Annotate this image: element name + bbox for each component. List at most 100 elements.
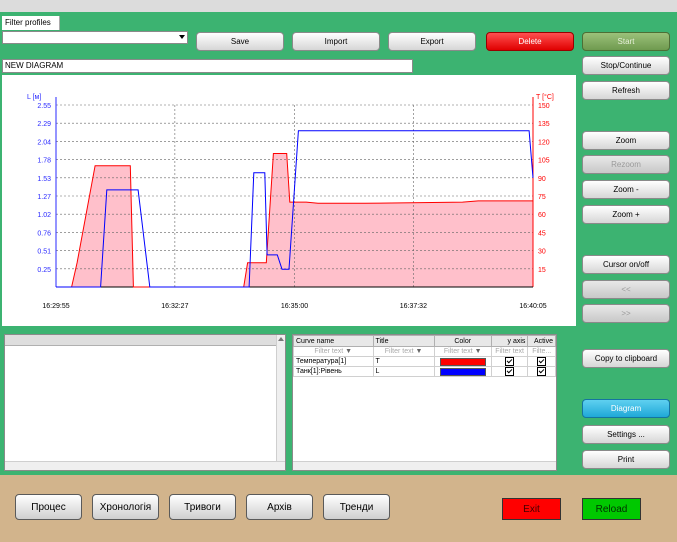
- column-header[interactable]: Title: [372, 335, 435, 347]
- right-axis-tick-label: 90: [538, 176, 546, 183]
- curve-name-cell: Танк[1]:Рівень: [293, 366, 374, 377]
- nav-alarms-button[interactable]: Тривоги: [169, 494, 236, 520]
- event-list-header: [5, 335, 277, 346]
- filter-icon[interactable]: ▼: [475, 348, 482, 355]
- settings-button[interactable]: Settings ...: [582, 425, 670, 444]
- column-header[interactable]: Active: [527, 335, 556, 347]
- left-axis-tick-label: 1.53: [37, 176, 51, 183]
- active-cell[interactable]: [527, 366, 556, 377]
- next-button[interactable]: >>: [582, 304, 670, 323]
- right-axis-tick-label: 45: [538, 230, 546, 237]
- left-axis-label: L [м]: [27, 94, 41, 101]
- left-axis-tick-label: 0.51: [37, 249, 51, 256]
- right-axis-tick-label: 120: [538, 139, 550, 146]
- y-axis-checkbox[interactable]: [505, 367, 515, 376]
- filter-placeholder: Filter text: [443, 348, 473, 355]
- cursor-toggle-button[interactable]: Cursor on/off: [582, 255, 670, 274]
- event-list-panel: [4, 334, 286, 471]
- nav-chronology-button[interactable]: Хронологія: [92, 494, 159, 520]
- nav-archive-button[interactable]: Архів: [246, 494, 313, 520]
- column-header[interactable]: Curve name: [293, 335, 374, 347]
- nav-process-button[interactable]: Процес: [15, 494, 82, 520]
- zoom-button[interactable]: Zoom: [582, 131, 670, 150]
- zoom-in-button[interactable]: Zoom +: [582, 205, 670, 224]
- left-axis-tick-label: 1.78: [37, 158, 51, 165]
- curve-title-cell: T: [372, 356, 435, 367]
- filter-icon[interactable]: ▼: [345, 348, 352, 355]
- y-axis-cell[interactable]: [490, 366, 529, 377]
- left-axis-tick-label: 1.27: [37, 194, 51, 201]
- column-header[interactable]: y axis: [490, 335, 529, 347]
- filter-profiles-label: Filter profiles: [2, 16, 60, 30]
- color-swatch[interactable]: [439, 367, 486, 376]
- copy-to-clipboard-button[interactable]: Copy to clipboard: [582, 349, 670, 368]
- export-button[interactable]: Export: [388, 32, 476, 51]
- print-button[interactable]: Print: [582, 450, 670, 469]
- reload-button[interactable]: Reload: [582, 498, 641, 520]
- event-list-horizontal-scrollbar[interactable]: [5, 461, 285, 470]
- color-swatch[interactable]: [439, 357, 486, 366]
- import-button[interactable]: Import: [292, 32, 380, 51]
- delete-button[interactable]: Delete: [486, 32, 574, 51]
- x-axis-tick-label: 16:29:55: [42, 303, 69, 310]
- active-cell[interactable]: [527, 356, 556, 367]
- left-axis-tick-label: 2.55: [37, 103, 51, 110]
- save-button[interactable]: Save: [196, 32, 284, 51]
- curve-table-panel: Curve name Title Color y axis Active Fil…: [292, 334, 557, 471]
- filter-cell[interactable]: Filter text: [490, 346, 529, 357]
- filter-cell[interactable]: Filte...: [527, 346, 556, 357]
- y-axis-cell[interactable]: [490, 356, 529, 367]
- y-axis-checkbox[interactable]: [505, 357, 515, 366]
- scroll-up-arrow-icon[interactable]: [278, 337, 284, 341]
- filter-icon[interactable]: ▼: [416, 348, 423, 355]
- filter-cell[interactable]: Filter text ▼: [433, 346, 492, 357]
- curve-table: Curve name Title Color y axis Active Fil…: [293, 335, 556, 377]
- top-strip: [0, 0, 677, 12]
- event-list-vertical-scrollbar[interactable]: [276, 335, 285, 462]
- active-checkbox[interactable]: [537, 357, 547, 366]
- nav-trends-button[interactable]: Тренди: [323, 494, 390, 520]
- left-axis-tick-label: 0.25: [37, 267, 51, 274]
- left-axis-tick-label: 1.02: [37, 212, 51, 219]
- stop-continue-button[interactable]: Stop/Continue: [582, 56, 670, 75]
- filter-placeholder: Filte...: [532, 348, 552, 355]
- diagram-title-field[interactable]: NEW DIAGRAM: [2, 59, 413, 73]
- diagram-button[interactable]: Diagram: [582, 399, 670, 418]
- filter-cell[interactable]: Filter text ▼: [293, 346, 374, 357]
- column-header[interactable]: Color: [433, 335, 492, 347]
- right-axis-tick-label: 30: [538, 249, 546, 256]
- filter-placeholder: Filter text: [314, 348, 344, 355]
- chevron-down-icon: [179, 35, 185, 39]
- right-axis-label: T [°C]: [536, 93, 554, 101]
- right-axis-tick-label: 105: [538, 158, 550, 165]
- right-axis-tick-label: 15: [538, 267, 546, 274]
- zoom-out-button[interactable]: Zoom -: [582, 180, 670, 199]
- curve-table-horizontal-scrollbar[interactable]: [293, 461, 556, 470]
- filter-placeholder: Filter text: [384, 348, 414, 355]
- refresh-button[interactable]: Refresh: [582, 81, 670, 100]
- x-axis-tick-label: 16:40:05: [519, 303, 546, 310]
- trend-chart[interactable]: 0.25 0.51 0.76 1.02 1.27 1.53 1.78 2.04 2.29 2.55…: [2, 75, 576, 326]
- start-button[interactable]: Start: [582, 32, 670, 51]
- left-axis-tick-label: 2.29: [37, 121, 51, 128]
- left-axis-tick-label: 2.04: [37, 139, 51, 146]
- filter-row: Filter text ▼ Filter text ▼ Filter text …: [293, 346, 556, 357]
- curve-color-cell[interactable]: [433, 366, 492, 377]
- filter-cell[interactable]: Filter text ▼: [372, 346, 435, 357]
- chart-panel: 0.25 0.51 0.76 1.02 1.27 1.53 1.78 2.04 2.29 2.55…: [2, 75, 576, 326]
- rezoom-button[interactable]: Rezoom: [582, 155, 670, 174]
- left-axis-tick-label: 0.76: [37, 230, 51, 237]
- exit-button[interactable]: Exit: [502, 498, 561, 520]
- active-checkbox[interactable]: [537, 367, 547, 376]
- right-axis-tick-label: 60: [538, 212, 546, 219]
- table-row[interactable]: Танк[1]:Рівень L: [293, 366, 556, 377]
- curve-color-cell[interactable]: [433, 356, 492, 367]
- curve-table-header: Curve name Title Color y axis Active: [293, 335, 556, 347]
- x-axis-tick-label: 16:32:27: [161, 303, 188, 310]
- previous-button[interactable]: <<: [582, 280, 670, 299]
- x-axis-tick-label: 16:37:32: [400, 303, 427, 310]
- right-axis-tick-label: 135: [538, 121, 550, 128]
- x-axis-tick-label: 16:35:00: [281, 303, 308, 310]
- table-row[interactable]: Температура[1] T: [293, 356, 556, 367]
- filter-profiles-dropdown[interactable]: [2, 31, 188, 44]
